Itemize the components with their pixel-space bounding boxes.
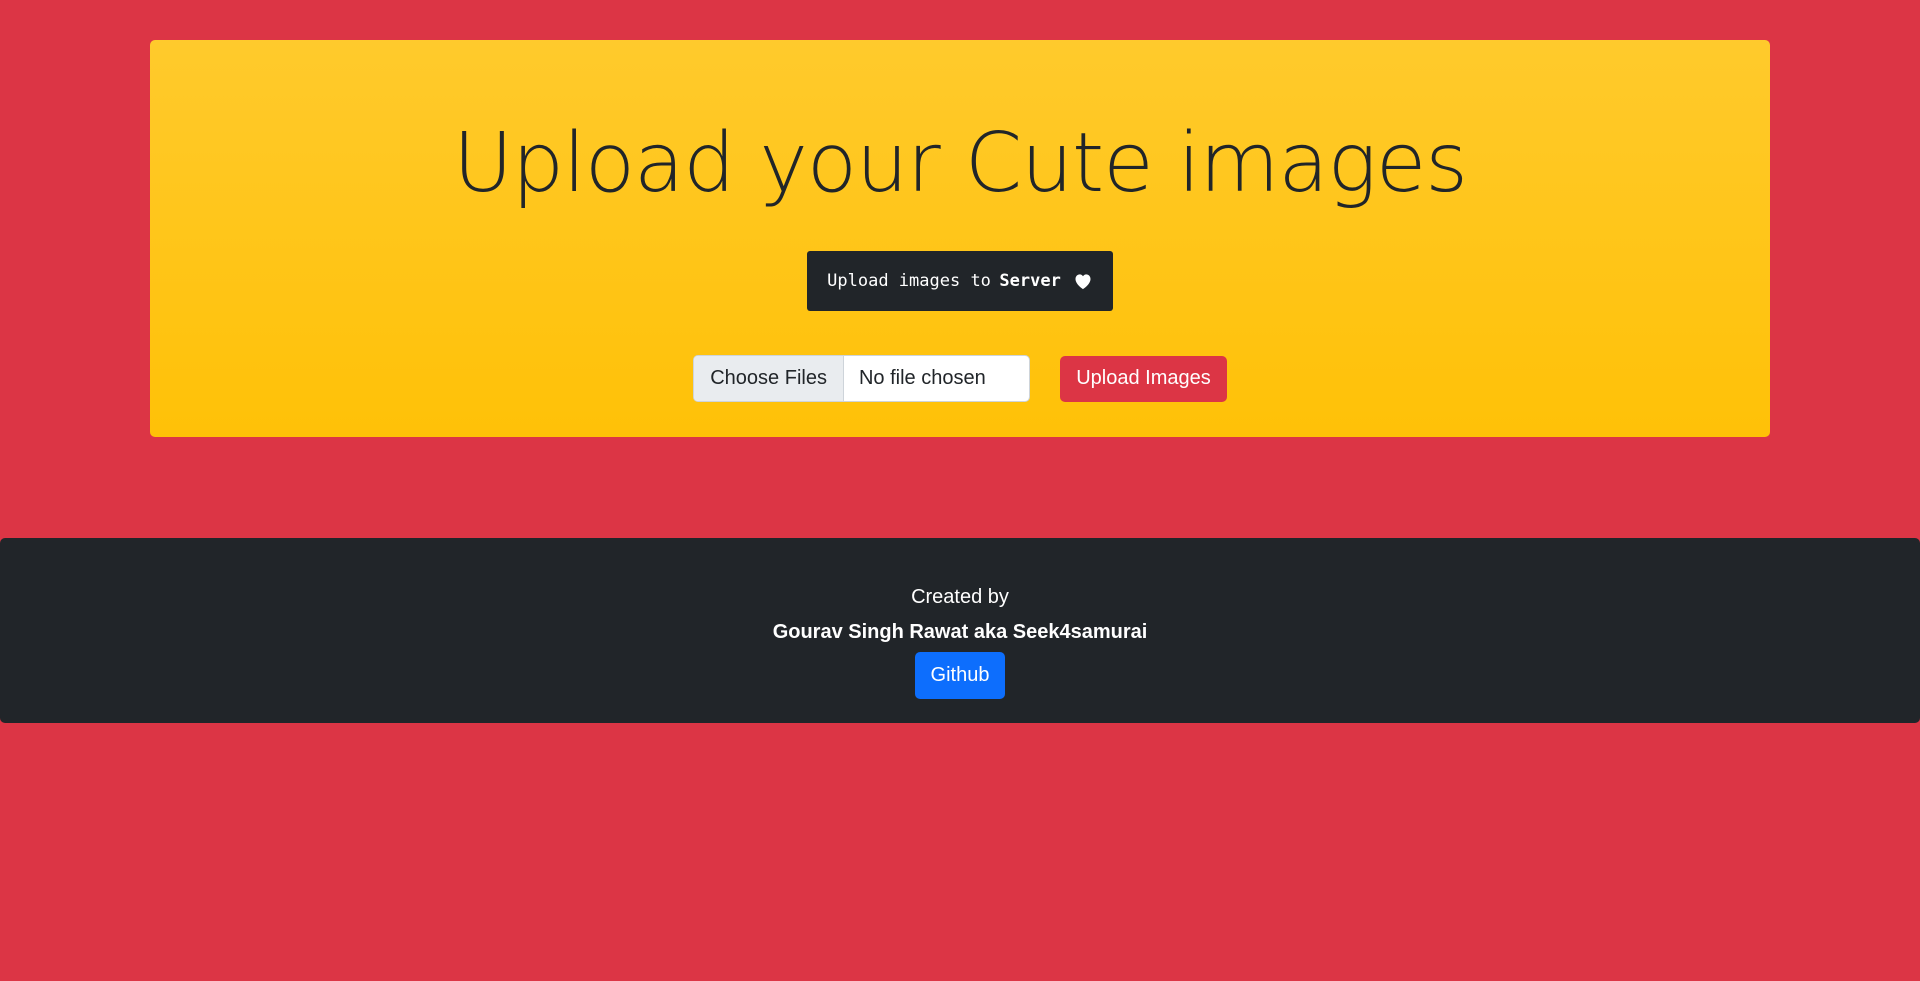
subtitle-badge: Upload images to Server	[807, 251, 1113, 312]
heart-icon	[1073, 271, 1093, 291]
choose-files-button[interactable]: Choose Files	[694, 356, 844, 402]
github-button[interactable]: Github	[914, 652, 1006, 699]
badge-strong-text: Server	[999, 271, 1061, 292]
file-status-text: No file chosen	[858, 367, 986, 390]
hero-section: Upload your Cute images Upload images to…	[150, 40, 1770, 437]
created-by-label: Created by	[911, 586, 1009, 608]
upload-form: Choose Files No file chosen Upload Image…	[693, 355, 1227, 403]
page-title: Upload your Cute images	[452, 116, 1468, 211]
file-input[interactable]: Choose Files No file chosen	[693, 355, 1031, 403]
upload-images-button[interactable]: Upload Images	[1060, 355, 1227, 402]
author-name: Gourav Singh Rawat aka Seek4samurai	[772, 621, 1148, 643]
footer: Created by Gourav Singh Rawat aka Seek4s…	[0, 538, 1920, 723]
badge-prefix-text: Upload images to	[827, 271, 991, 292]
